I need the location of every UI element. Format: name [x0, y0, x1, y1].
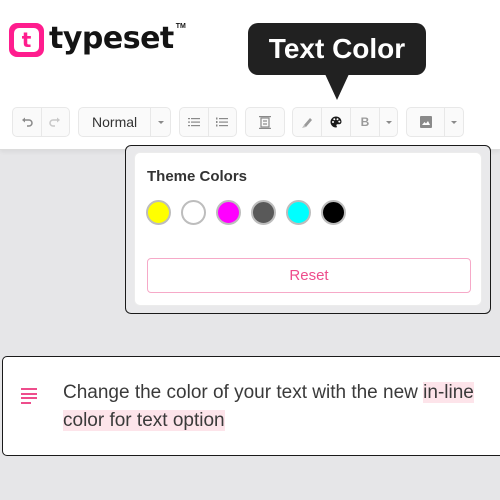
paragraph-style-select[interactable]: Normal	[78, 107, 171, 137]
swatch-cyan[interactable]	[286, 200, 311, 225]
text-color-popup: Theme Colors Reset	[134, 152, 482, 306]
image-group	[406, 107, 464, 137]
text-color-tooltip: Text Color	[248, 23, 426, 100]
logo-text: typeset	[49, 21, 174, 56]
chevron-down-icon	[451, 120, 457, 124]
chevron-down-icon	[385, 120, 392, 124]
image-icon	[419, 116, 432, 128]
text-color-popup-frame: Theme Colors Reset	[125, 145, 491, 314]
swatch-white[interactable]	[181, 200, 206, 225]
undo-icon	[21, 117, 33, 127]
style-select-dropdown[interactable]	[151, 108, 170, 136]
bold-button[interactable]: B	[351, 108, 380, 136]
redo-icon	[49, 117, 61, 127]
undo-button[interactable]	[13, 108, 42, 136]
swatch-yellow[interactable]	[146, 200, 171, 225]
reset-button[interactable]: Reset	[147, 258, 471, 293]
color-swatches	[146, 200, 356, 225]
editor-content[interactable]: Change the color of your text with the n…	[2, 356, 500, 456]
logo-mark-icon: t	[9, 23, 44, 57]
format-dropdown[interactable]	[380, 108, 397, 136]
typeset-logo: t typeset TM	[9, 23, 186, 57]
insert-image-button[interactable]	[407, 108, 445, 136]
numbered-list-icon	[216, 117, 229, 127]
list-group	[179, 107, 237, 137]
align-button[interactable]	[246, 108, 284, 136]
image-dropdown[interactable]	[445, 108, 463, 136]
trademark: TM	[175, 22, 186, 30]
chevron-down-icon	[157, 120, 164, 124]
style-select-value[interactable]: Normal	[79, 108, 152, 136]
numbered-list-button[interactable]	[209, 108, 237, 136]
align-group	[245, 107, 285, 137]
bullet-list-button[interactable]	[180, 108, 209, 136]
highlighter-icon	[301, 117, 312, 128]
editor-header: t typeset TM Text Color Normal B	[0, 0, 500, 150]
swatch-dark-grey[interactable]	[251, 200, 276, 225]
theme-colors-title: Theme Colors	[147, 168, 248, 185]
align-icon	[259, 115, 271, 129]
paragraph-icon	[21, 388, 37, 406]
format-group: B	[292, 107, 398, 137]
plain-text: Change the color of your text with the n…	[63, 382, 424, 403]
editor-paragraph[interactable]: Change the color of your text with the n…	[63, 379, 500, 435]
swatch-magenta[interactable]	[216, 200, 241, 225]
redo-button[interactable]	[42, 108, 70, 136]
highlight-button[interactable]	[293, 108, 322, 136]
swatch-black[interactable]	[321, 200, 346, 225]
text-color-button[interactable]	[322, 108, 351, 136]
logo-letter: t	[14, 28, 39, 52]
palette-icon	[330, 116, 342, 128]
bullet-list-icon	[187, 118, 200, 127]
history-group	[12, 107, 70, 137]
